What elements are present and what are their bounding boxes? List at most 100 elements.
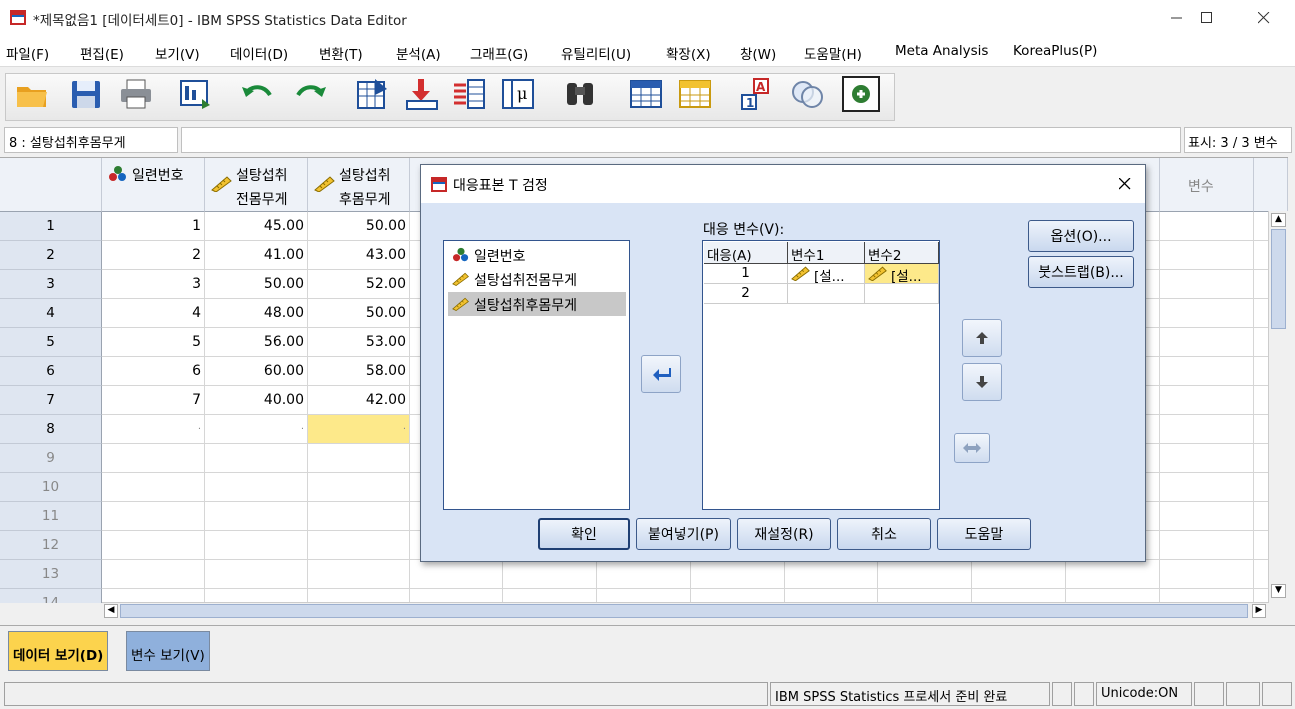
table-cell[interactable]: 43.00 xyxy=(308,241,410,270)
options-button[interactable]: 옵션(O)... xyxy=(1028,220,1134,252)
table-cell-empty[interactable] xyxy=(597,560,691,589)
table-cell[interactable]: 4 xyxy=(102,299,205,328)
move-up-button[interactable] xyxy=(962,319,1002,357)
table-cell-empty[interactable] xyxy=(1066,560,1160,589)
row-header[interactable]: 3 xyxy=(0,270,102,299)
table-cell-empty[interactable] xyxy=(503,560,597,589)
table-cell-empty[interactable] xyxy=(1160,299,1254,328)
scroll-right-arrow[interactable]: ▶ xyxy=(1252,604,1266,618)
row-header[interactable]: 8 xyxy=(0,415,102,444)
menu-window[interactable]: 창(W) xyxy=(740,43,776,63)
maximize-button[interactable] xyxy=(1184,0,1230,36)
ok-button[interactable]: 확인 xyxy=(538,518,630,550)
table-cell[interactable]: 6 xyxy=(102,357,205,386)
table-cell[interactable]: 48.00 xyxy=(205,299,308,328)
table-cell[interactable] xyxy=(102,589,205,603)
pair-cell-var1[interactable]: [설... xyxy=(788,264,865,285)
move-variable-button[interactable] xyxy=(641,355,681,393)
table-cell-empty[interactable] xyxy=(1160,531,1254,560)
paste-button[interactable]: 붙여넣기(P) xyxy=(636,518,731,550)
table-cell-empty[interactable] xyxy=(972,560,1066,589)
table-cell[interactable] xyxy=(102,502,205,531)
list-item-id[interactable]: 일련번호 xyxy=(448,243,626,267)
table-cell[interactable]: 50.00 xyxy=(205,270,308,299)
table-cell[interactable] xyxy=(308,502,410,531)
table-cell[interactable]: 40.00 xyxy=(205,386,308,415)
table-cell[interactable] xyxy=(308,531,410,560)
recall-dialog-icon[interactable] xyxy=(178,77,214,111)
table-cell[interactable] xyxy=(205,589,308,603)
grid-corner[interactable] xyxy=(0,158,102,212)
table-cell[interactable] xyxy=(308,589,410,603)
table-cell-empty[interactable] xyxy=(1160,241,1254,270)
column-header-var[interactable]: 변수 xyxy=(1160,158,1254,212)
table-cell-empty[interactable] xyxy=(878,560,972,589)
close-button[interactable] xyxy=(1241,0,1287,36)
column-header-empty[interactable] xyxy=(1254,158,1288,212)
table-cell[interactable]: . xyxy=(205,415,308,444)
value-labels-icon[interactable]: A1 xyxy=(740,77,776,111)
column-header-3[interactable]: 설탕섭취 후몸무게 xyxy=(308,158,410,212)
use-sets-icon[interactable] xyxy=(790,77,826,111)
table-cell[interactable]: 45.00 xyxy=(205,212,308,241)
table-cell-empty[interactable] xyxy=(597,589,691,603)
menu-graphs[interactable]: 그래프(G) xyxy=(470,43,528,63)
table-cell[interactable] xyxy=(308,560,410,589)
menu-transform[interactable]: 변환(T) xyxy=(319,43,363,63)
table-cell-empty[interactable] xyxy=(878,589,972,603)
row-header[interactable]: 7 xyxy=(0,386,102,415)
row-header[interactable]: 13 xyxy=(0,560,102,589)
table-cell-empty[interactable] xyxy=(1160,357,1254,386)
table-cell-empty[interactable] xyxy=(1160,560,1254,589)
table-cell[interactable] xyxy=(308,473,410,502)
menu-help[interactable]: 도움말(H) xyxy=(804,43,862,63)
table-cell-empty[interactable] xyxy=(1160,444,1254,473)
spelling-add-button[interactable] xyxy=(842,76,880,112)
scroll-left-arrow[interactable]: ◀ xyxy=(104,604,118,618)
table-cell-empty[interactable] xyxy=(1066,589,1160,603)
table-cell-empty[interactable] xyxy=(503,589,597,603)
table-cell-empty[interactable] xyxy=(1160,270,1254,299)
table-cell[interactable]: 3 xyxy=(102,270,205,299)
menu-data[interactable]: 데이터(D) xyxy=(230,43,288,63)
table-cell[interactable] xyxy=(102,531,205,560)
table-cell-empty[interactable] xyxy=(1160,589,1254,603)
scroll-thumb[interactable] xyxy=(120,604,1248,618)
menu-file[interactable]: 파일(F) xyxy=(6,43,49,63)
table-cell[interactable] xyxy=(205,531,308,560)
pair-cell-var2[interactable] xyxy=(865,284,939,304)
row-header[interactable]: 1 xyxy=(0,212,102,241)
open-folder-icon[interactable] xyxy=(14,77,50,111)
row-header[interactable]: 4 xyxy=(0,299,102,328)
cancel-button[interactable]: 취소 xyxy=(837,518,931,550)
table-cell-empty[interactable] xyxy=(410,560,503,589)
tab-data-view[interactable]: 데이터 보기(D) xyxy=(8,631,109,671)
help-button[interactable]: 도움말 xyxy=(937,518,1031,550)
pair-cell-var1[interactable] xyxy=(788,284,865,304)
tab-variable-view[interactable]: 변수 보기(V) xyxy=(126,631,210,671)
cell-value-field[interactable] xyxy=(181,127,1181,153)
table-cell[interactable]: 42.00 xyxy=(308,386,410,415)
row-header[interactable]: 11 xyxy=(0,502,102,531)
table-cell[interactable]: 1 xyxy=(102,212,205,241)
scroll-thumb[interactable] xyxy=(1271,229,1286,329)
menu-utilities[interactable]: 유틸리티(U) xyxy=(561,43,631,63)
menu-view[interactable]: 보기(V) xyxy=(155,43,200,63)
column-header-1[interactable]: 일련번호 xyxy=(102,158,205,212)
table-cell[interactable]: 56.00 xyxy=(205,328,308,357)
vertical-scrollbar[interactable]: ▲ ▼ xyxy=(1268,211,1288,603)
table-cell-empty[interactable] xyxy=(1160,473,1254,502)
list-item-after-weight[interactable]: 설탕섭취후몸무게 xyxy=(448,292,626,316)
table-cell-empty[interactable] xyxy=(410,589,503,603)
table-cell[interactable] xyxy=(205,444,308,473)
row-header[interactable]: 12 xyxy=(0,531,102,560)
print-icon[interactable] xyxy=(118,77,154,111)
run-descriptives-icon[interactable]: μ xyxy=(500,77,536,111)
table-cell[interactable] xyxy=(102,444,205,473)
table-cell[interactable] xyxy=(102,473,205,502)
menu-koreaplus[interactable]: KoreaPlus(P) xyxy=(1013,43,1097,59)
table-cell-empty[interactable] xyxy=(1160,386,1254,415)
table-cell[interactable]: . xyxy=(102,415,205,444)
row-header[interactable]: 9 xyxy=(0,444,102,473)
table-cell[interactable]: 53.00 xyxy=(308,328,410,357)
